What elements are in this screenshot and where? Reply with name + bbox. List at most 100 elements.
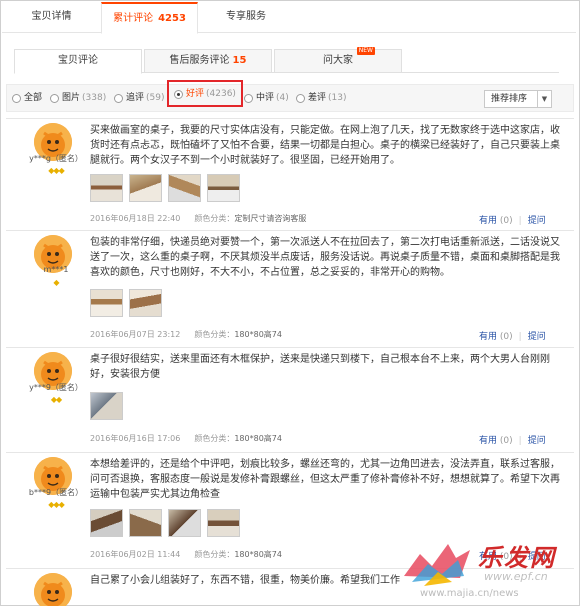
review-item: y***9（匿名） ◆◆ 桌子很好很结实，送来里面还有木框保护，送来是快递只到楼… <box>6 347 574 452</box>
photo-thumbnail[interactable] <box>168 174 201 202</box>
ask-button[interactable]: 提问 <box>528 332 546 342</box>
photo-thumbnail[interactable] <box>129 509 162 537</box>
reviewer-name: m***1 <box>43 265 69 274</box>
subtab-item-reviews-label: 宝贝评论 <box>58 55 98 66</box>
radio-icon <box>296 93 305 103</box>
subtab-aftersale-label: 售后服务评论 <box>169 55 230 66</box>
sku-value: 180*80高74 <box>234 434 282 443</box>
divider: | <box>518 216 522 226</box>
top-tab-bar: 宝贝详情 累计评论 4253 专享服务 <box>2 2 576 34</box>
sort-dropdown[interactable]: 推荐排序 ▼ <box>484 90 552 108</box>
tab-item-details-label: 宝贝详情 <box>31 11 72 22</box>
review-date: 2016年06月02日 11:44 <box>90 550 181 559</box>
reviewer-name: b***9（匿名） <box>28 488 84 497</box>
sku-label: 颜色分类： <box>194 434 235 443</box>
review-item: y***g（匿名） ◆◆◆ 买来做画室的桌子，我要的尺寸实体店没有，只能定做。在… <box>6 118 574 230</box>
sku-label: 颜色分类： <box>194 550 235 559</box>
useful-button[interactable]: 有用 <box>479 436 497 446</box>
review-date: 2016年06月07日 23:12 <box>90 330 181 339</box>
review-date: 2016年06月18日 22:40 <box>90 214 181 223</box>
watermark-title: 乐发网 <box>478 543 556 572</box>
review-text: 桌子很好很结实，送来里面还有木框保护，送来是快递只到楼下，自己根本台不上来，两个… <box>90 354 550 380</box>
tab-exclusive-service[interactable]: 专享服务 <box>198 2 294 33</box>
photo-thumbnail[interactable] <box>129 289 162 317</box>
filter-negative-count: (13) <box>328 93 347 103</box>
review-item: m***1 ◆ 包装的非常仔细，快递员绝对要赞一个，第一次派送人不在拉回去了，第… <box>6 230 574 347</box>
photo-thumbnail[interactable] <box>90 392 123 420</box>
photo-thumbnail[interactable] <box>207 174 240 202</box>
photo-thumbnail[interactable] <box>168 509 201 537</box>
filter-negative-label: 差评 <box>308 93 327 103</box>
review-text: 买来做画室的桌子，我要的尺寸实体店没有，只能定做。在网上泡了几天，找了无数家终于… <box>90 125 560 166</box>
review-count: 4253 <box>158 13 186 24</box>
review-photos <box>90 509 240 537</box>
watermark-logo-icon <box>404 544 470 586</box>
radio-icon <box>50 93 59 103</box>
filter-followup[interactable]: 追评 (59) <box>114 91 165 105</box>
sort-label: 推荐排序 <box>491 94 528 104</box>
photo-thumbnail[interactable] <box>90 289 123 317</box>
review-photos <box>90 392 123 420</box>
radio-icon <box>114 93 123 103</box>
filter-followup-label: 追评 <box>126 93 145 103</box>
aftersale-count: 15 <box>232 55 247 66</box>
avatar[interactable] <box>34 573 72 606</box>
tab-exclusive-service-label: 专享服务 <box>226 11 266 22</box>
watermark-url-secondary: www.majia.cn/news <box>420 588 519 599</box>
review-photos <box>90 289 162 317</box>
chevron-down-icon: ▼ <box>537 91 551 107</box>
sub-tab-bar: 宝贝评论 售后服务评论 15 问大家 NEW <box>14 47 559 74</box>
useful-count: (0) <box>499 436 513 446</box>
subtab-aftersale-reviews[interactable]: 售后服务评论 15 <box>144 49 272 73</box>
review-photos <box>90 174 240 202</box>
review-meta: 2016年06月18日 22:40 颜色分类：定制尺寸请咨询客服 <box>90 213 306 224</box>
review-actions: 有用 (0) | 提问 <box>479 329 546 342</box>
useful-count: (0) <box>499 332 513 342</box>
review-text: 包装的非常仔细，快递员绝对要赞一个，第一次派送人不在拉回去了，第二次打电话重新派… <box>90 237 560 278</box>
subtab-ask-everyone[interactable]: 问大家 NEW <box>274 47 402 73</box>
useful-button[interactable]: 有用 <box>479 216 497 226</box>
radio-icon <box>12 93 21 103</box>
divider: | <box>518 436 522 446</box>
tab-item-details[interactable]: 宝贝详情 <box>2 2 101 33</box>
watermark-url: www.epf.cn <box>484 570 548 583</box>
new-badge: NEW <box>356 47 375 55</box>
filter-neutral-label: 中评 <box>256 93 275 103</box>
useful-count: (0) <box>499 216 513 226</box>
filter-images[interactable]: 图片 (338) <box>50 91 106 105</box>
photo-thumbnail[interactable] <box>129 174 162 202</box>
filter-followup-count: (59) <box>146 93 165 103</box>
watermark: 乐发网 www.epf.cn www.majia.cn/news <box>398 536 578 604</box>
filter-negative[interactable]: 差评 (13) <box>296 91 347 105</box>
review-meta: 2016年06月02日 11:44 颜色分类：180*80高74 <box>90 549 282 560</box>
review-meta: 2016年06月16日 17:06 颜色分类：180*80高74 <box>90 433 282 444</box>
filter-images-label: 图片 <box>62 93 81 103</box>
radio-icon <box>244 93 253 103</box>
sku-label: 颜色分类： <box>194 330 235 339</box>
review-text: 本想给差评的，还是给个中评吧，划痕比较多，螺丝还弯的，尤其一边角凹进去，没法弄直… <box>90 459 560 500</box>
filter-neutral[interactable]: 中评 (4) <box>244 91 289 105</box>
ask-button[interactable]: 提问 <box>528 216 546 226</box>
filter-all[interactable]: 全部 <box>12 91 42 105</box>
tab-reviews[interactable]: 累计评论 4253 <box>101 2 198 34</box>
review-meta: 2016年06月07日 23:12 颜色分类：180*80高74 <box>90 329 282 340</box>
review-actions: 有用 (0) | 提问 <box>479 213 546 226</box>
subtab-ask-label: 问大家 <box>323 55 353 66</box>
reviewer-name: y***9（匿名） <box>29 383 83 392</box>
filter-all-label: 全部 <box>24 93 43 103</box>
highlight-box <box>167 80 243 107</box>
divider: | <box>518 332 522 342</box>
subtab-item-reviews[interactable]: 宝贝评论 <box>14 49 142 74</box>
sku-label: 颜色分类： <box>194 214 235 223</box>
photo-thumbnail[interactable] <box>90 174 123 202</box>
photo-thumbnail[interactable] <box>207 509 240 537</box>
ask-button[interactable]: 提问 <box>528 436 546 446</box>
review-date: 2016年06月16日 17:06 <box>90 434 181 443</box>
review-actions: 有用 (0) | 提问 <box>479 433 546 446</box>
useful-button[interactable]: 有用 <box>479 332 497 342</box>
tab-reviews-label: 累计评论 <box>113 13 154 24</box>
sku-value: 定制尺寸请咨询客服 <box>234 214 307 223</box>
filter-images-count: (338) <box>82 93 107 103</box>
photo-thumbnail[interactable] <box>90 509 123 537</box>
sku-value: 180*80高74 <box>234 330 282 339</box>
